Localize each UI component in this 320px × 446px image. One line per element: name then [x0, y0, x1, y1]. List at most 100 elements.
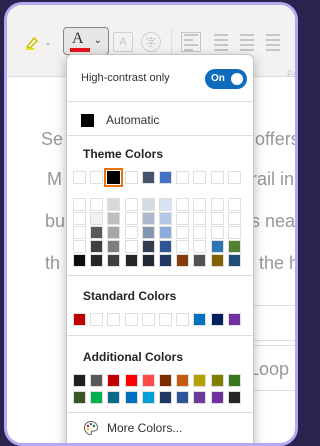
color-swatch[interactable]: [159, 171, 172, 184]
color-swatch[interactable]: [124, 391, 138, 404]
color-swatch[interactable]: [159, 198, 172, 211]
align-left-icon[interactable]: [181, 32, 201, 52]
color-swatch[interactable]: [210, 254, 224, 267]
color-swatch[interactable]: [124, 240, 138, 253]
color-swatch[interactable]: [176, 171, 190, 184]
color-swatch[interactable]: [176, 226, 190, 239]
color-swatch[interactable]: [90, 313, 104, 326]
align-right-icon[interactable]: [237, 32, 257, 52]
color-swatch[interactable]: [176, 212, 190, 225]
color-swatch[interactable]: [90, 212, 104, 225]
color-swatch[interactable]: [176, 254, 190, 267]
color-swatch[interactable]: [227, 313, 241, 326]
color-swatch[interactable]: [193, 313, 207, 326]
color-swatch[interactable]: [107, 240, 121, 253]
color-swatch[interactable]: [193, 374, 207, 387]
color-swatch[interactable]: [176, 391, 190, 404]
color-swatch[interactable]: [210, 171, 224, 184]
color-swatch[interactable]: [141, 171, 155, 184]
color-swatch[interactable]: [193, 254, 207, 267]
color-swatch[interactable]: [176, 240, 190, 253]
color-swatch[interactable]: [73, 171, 86, 184]
color-swatch[interactable]: [73, 212, 86, 225]
color-swatch[interactable]: [124, 171, 138, 184]
color-swatch[interactable]: [73, 240, 86, 253]
color-swatch[interactable]: [141, 374, 155, 387]
color-swatch[interactable]: [107, 198, 121, 211]
highlighter-dropdown-icon[interactable]: ⌄: [43, 33, 53, 51]
color-swatch[interactable]: [159, 240, 172, 253]
high-contrast-toggle[interactable]: On: [205, 69, 247, 89]
color-swatch[interactable]: [227, 226, 241, 239]
character-border-icon[interactable]: 字: [141, 32, 161, 52]
color-swatch[interactable]: [210, 240, 224, 253]
color-swatch[interactable]: [124, 226, 138, 239]
color-swatch[interactable]: [227, 240, 241, 253]
color-swatch[interactable]: [193, 226, 207, 239]
color-swatch[interactable]: [227, 374, 241, 387]
color-swatch[interactable]: [141, 198, 155, 211]
color-swatch[interactable]: [141, 212, 155, 225]
color-swatch[interactable]: [227, 212, 241, 225]
color-swatch[interactable]: [73, 391, 86, 404]
color-swatch[interactable]: [193, 240, 207, 253]
color-swatch[interactable]: [124, 198, 138, 211]
automatic-color-option[interactable]: Automatic: [81, 111, 241, 129]
more-colors-option[interactable]: More Colors...: [83, 420, 182, 436]
color-swatch[interactable]: [159, 212, 172, 225]
color-swatch[interactable]: [124, 313, 138, 326]
color-swatch[interactable]: [141, 313, 155, 326]
color-swatch[interactable]: [73, 226, 86, 239]
color-swatch[interactable]: [90, 374, 104, 387]
color-swatch[interactable]: [227, 171, 241, 184]
color-swatch[interactable]: [107, 212, 121, 225]
color-swatch[interactable]: [193, 198, 207, 211]
font-color-button[interactable]: A ⌄: [63, 27, 109, 55]
color-swatch[interactable]: [210, 313, 224, 326]
color-swatch[interactable]: [141, 240, 155, 253]
color-swatch[interactable]: [159, 226, 172, 239]
color-swatch[interactable]: [210, 212, 224, 225]
color-swatch[interactable]: [227, 391, 241, 404]
color-swatch[interactable]: [210, 391, 224, 404]
color-swatch[interactable]: [227, 198, 241, 211]
color-swatch[interactable]: [176, 313, 190, 326]
color-swatch[interactable]: [124, 212, 138, 225]
color-swatch[interactable]: [193, 171, 207, 184]
color-swatch[interactable]: [90, 198, 104, 211]
color-swatch[interactable]: [193, 212, 207, 225]
color-swatch[interactable]: [141, 254, 155, 267]
color-swatch[interactable]: [107, 254, 121, 267]
color-swatch[interactable]: [124, 374, 138, 387]
color-swatch[interactable]: [73, 198, 86, 211]
color-swatch[interactable]: [107, 374, 121, 387]
color-swatch[interactable]: [210, 374, 224, 387]
color-swatch[interactable]: [73, 374, 86, 387]
color-swatch[interactable]: [107, 313, 121, 326]
align-center-icon[interactable]: [211, 32, 231, 52]
color-swatch[interactable]: [124, 254, 138, 267]
color-swatch[interactable]: [159, 254, 172, 267]
color-swatch[interactable]: [73, 313, 86, 326]
highlighter-icon[interactable]: [19, 31, 45, 53]
color-swatch[interactable]: [90, 171, 104, 184]
color-swatch[interactable]: [176, 374, 190, 387]
color-swatch[interactable]: [210, 226, 224, 239]
color-swatch[interactable]: [176, 198, 190, 211]
color-swatch[interactable]: [159, 391, 172, 404]
color-swatch[interactable]: [227, 254, 241, 267]
color-swatch[interactable]: [90, 240, 104, 253]
color-swatch[interactable]: [90, 226, 104, 239]
color-swatch[interactable]: [107, 226, 121, 239]
color-swatch[interactable]: [73, 254, 86, 267]
color-swatch[interactable]: [107, 391, 121, 404]
color-swatch[interactable]: [90, 391, 104, 404]
color-swatch[interactable]: [210, 198, 224, 211]
color-swatch[interactable]: [193, 391, 207, 404]
color-swatch[interactable]: [159, 374, 172, 387]
color-swatch[interactable]: [141, 391, 155, 404]
color-swatch[interactable]: [104, 168, 124, 187]
color-swatch[interactable]: [90, 254, 104, 267]
clear-format-icon[interactable]: A: [113, 32, 133, 52]
justify-icon[interactable]: [263, 32, 283, 52]
